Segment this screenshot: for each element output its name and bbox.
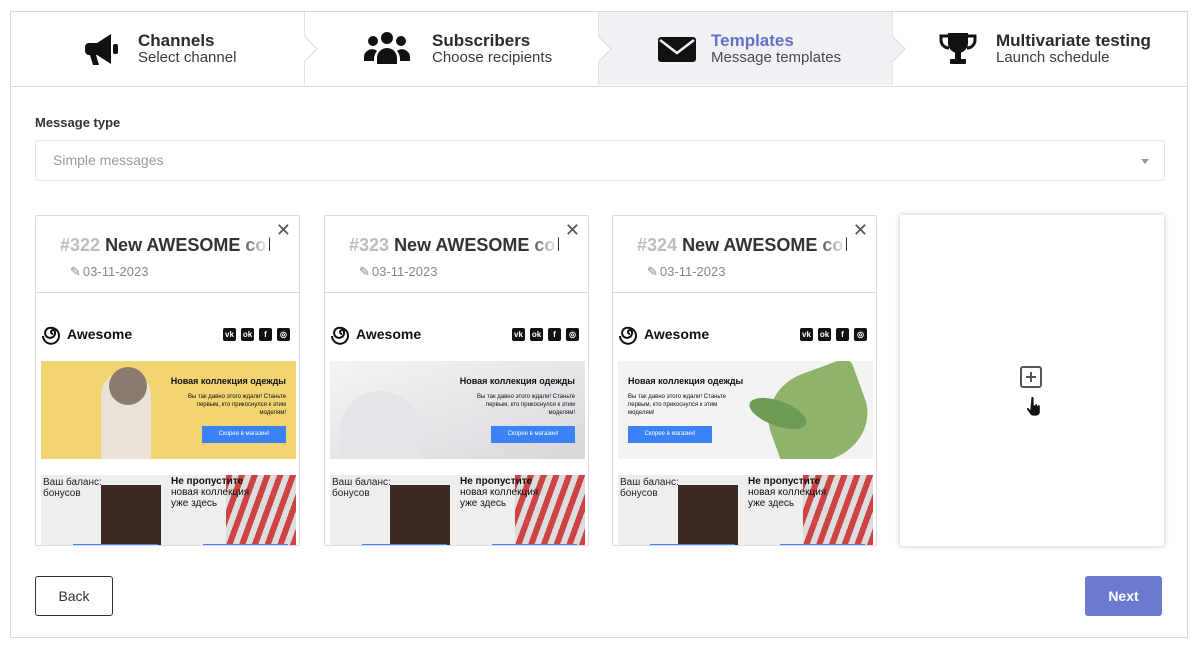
step-channels[interactable]: Channels Select channel — [11, 12, 318, 85]
campaign-wizard: Channels Select channel Subscribers Choo… — [10, 11, 1188, 638]
chevron-down-icon — [1141, 159, 1149, 164]
promo-banner: Новая коллекция одежды Вы так давно этог… — [330, 361, 585, 459]
close-icon[interactable]: ✕ — [276, 220, 291, 241]
message-type-value: Simple messages — [53, 152, 164, 168]
close-icon[interactable]: ✕ — [853, 220, 868, 241]
brand-logo: Awesome — [41, 320, 132, 348]
template-card[interactable]: ✕ #323 New AWESOME coll ✎ 03-11-2023 Awes… — [324, 215, 589, 546]
step-subtitle: Launch schedule — [996, 48, 1110, 66]
megaphone-icon — [85, 34, 118, 65]
template-card[interactable]: ✕ #324 New AWESOME coll ✎ 03-11-2023 Awes… — [612, 215, 877, 546]
divider — [613, 292, 876, 293]
template-date: ✎ 03-11-2023 — [647, 264, 726, 279]
edit-icon: ✎ — [647, 264, 658, 279]
swirl-icon — [331, 326, 349, 345]
promo-row: Ваш баланс: бонусов Не пропустите новая к… — [41, 475, 296, 545]
wizard-steps: Channels Select channel Subscribers Choo… — [11, 12, 1187, 87]
template-card[interactable]: ✕ #322 New AWESOME coll ✎ 03-11-2023 Awes… — [35, 215, 300, 546]
step-title: Multivariate testing — [996, 30, 1151, 50]
promo-banner: Новая коллекция одежды Вы так давно этог… — [41, 361, 296, 459]
title-fade — [528, 234, 558, 258]
title-fade — [239, 234, 269, 258]
promo-banner: Новая коллекция одежды Вы так давно этог… — [618, 361, 873, 459]
step-subscribers[interactable]: Subscribers Choose recipients — [305, 12, 612, 85]
step-subtitle: Message templates — [711, 48, 842, 66]
message-type-select[interactable]: Simple messages — [35, 140, 1165, 181]
template-date: ✎ 03-11-2023 — [359, 264, 438, 279]
step-templates[interactable]: Templates Message templates — [599, 12, 906, 85]
message-type-label: Message type — [35, 115, 121, 130]
step-multivariate[interactable]: Multivariate testing Launch schedule — [893, 12, 1187, 85]
title-fade — [816, 234, 846, 258]
edit-icon: ✎ — [70, 264, 81, 279]
trophy-icon — [939, 33, 977, 64]
add-icon[interactable] — [1020, 366, 1042, 388]
next-button[interactable]: Next — [1085, 576, 1162, 616]
promo-row: Ваш баланс: бонусов Не пропустите новая к… — [618, 475, 873, 545]
social-icons: vk ok f ◎ — [800, 328, 867, 341]
step-subtitle: Select channel — [138, 48, 237, 66]
divider — [325, 292, 588, 293]
add-template-card[interactable] — [900, 215, 1164, 546]
template-preview: Awesome vk ok f ◎ Новая коллекция одежды Вы… — [41, 316, 296, 545]
envelope-icon — [658, 37, 696, 62]
brand-logo: Awesome — [618, 320, 709, 348]
brand-logo: Awesome — [330, 320, 421, 348]
swirl-icon — [619, 326, 637, 345]
swirl-icon — [42, 326, 60, 345]
template-date: ✎ 03-11-2023 — [70, 264, 149, 279]
hand-cursor-icon — [1026, 397, 1041, 417]
step-title: Channels — [138, 30, 215, 50]
step-title: Templates — [711, 30, 794, 50]
users-icon — [364, 32, 410, 64]
step-title: Subscribers — [432, 30, 531, 50]
step-subtitle: Choose recipients — [432, 48, 553, 66]
social-icons: vk ok f ◎ — [512, 328, 579, 341]
back-button[interactable]: Back — [35, 576, 113, 616]
template-preview: Awesome vk ok f ◎ Новая коллекция одежды Вы… — [618, 316, 873, 545]
divider — [36, 292, 299, 293]
social-icons: vk ok f ◎ — [223, 328, 290, 341]
edit-icon: ✎ — [359, 264, 370, 279]
template-preview: Awesome vk ok f ◎ Новая коллекция одежды Вы… — [330, 316, 585, 545]
close-icon[interactable]: ✕ — [565, 220, 580, 241]
promo-row: Ваш баланс: бонусов Не пропустите новая к… — [330, 475, 585, 545]
